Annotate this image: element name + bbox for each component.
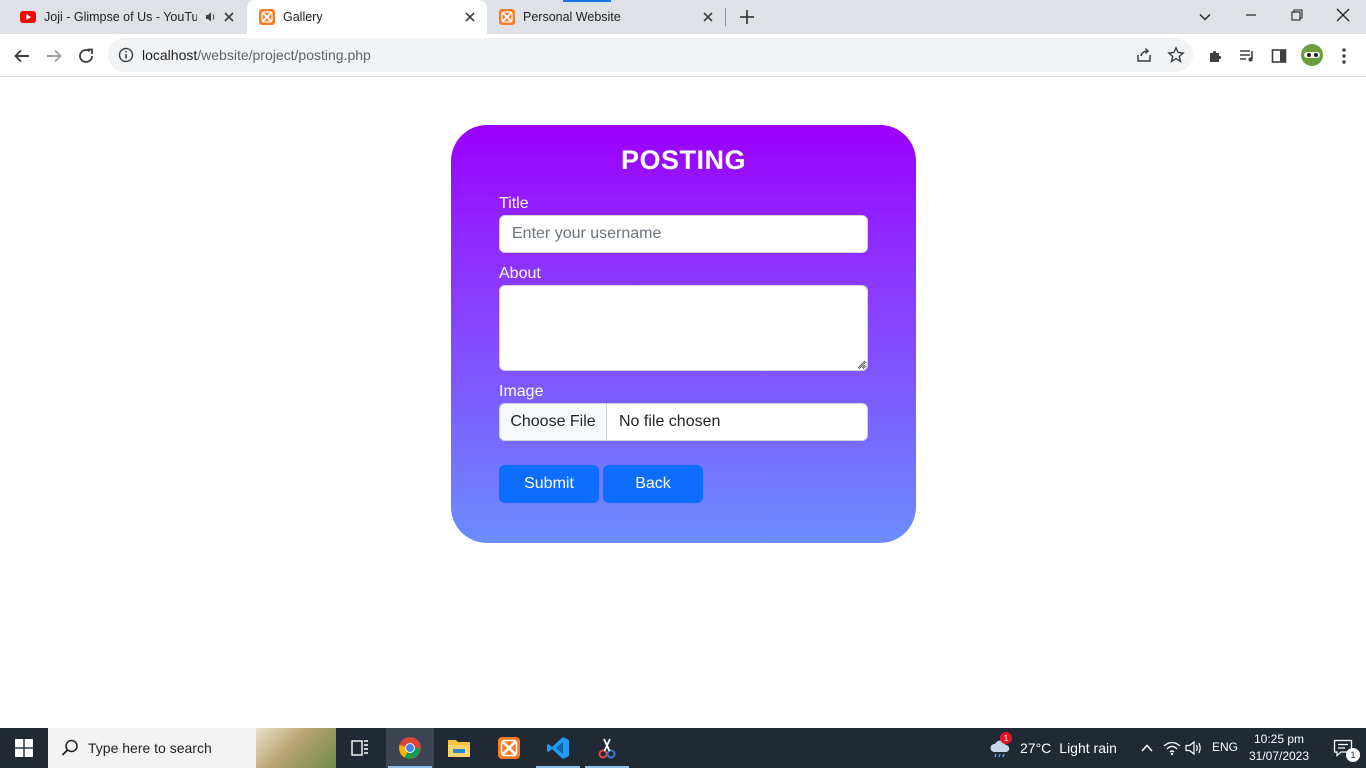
- chrome-taskbar-button[interactable]: [386, 728, 434, 768]
- media-control-button[interactable]: [1236, 45, 1258, 67]
- puzzle-icon: [1210, 50, 1222, 62]
- xampp-icon: [498, 737, 520, 759]
- close-tab-icon[interactable]: [701, 10, 715, 24]
- chrome-menu-button[interactable]: [1333, 45, 1355, 67]
- more-vert-icon: [1342, 48, 1346, 64]
- speaker-icon[interactable]: [205, 11, 217, 23]
- posting-form-card: POSTING Title About Image Choose File No…: [451, 125, 916, 543]
- language-indicator[interactable]: ENG: [1212, 740, 1238, 754]
- tab-search-chevron-icon[interactable]: [1196, 8, 1214, 26]
- extensions-button[interactable]: [1205, 45, 1227, 67]
- about-label: About: [499, 265, 541, 282]
- vscode-icon: [547, 737, 569, 759]
- close-icon: [1336, 8, 1350, 22]
- back-button[interactable]: [11, 45, 33, 67]
- tab-personal-website[interactable]: Personal Website: [487, 0, 725, 34]
- clock-date: 31/07/2023: [1248, 749, 1310, 763]
- restore-icon: [1291, 9, 1303, 21]
- network-button[interactable]: [1162, 738, 1182, 758]
- weather-widget[interactable]: 1 27°C Light rain: [988, 728, 1117, 768]
- weather-condition: Light rain: [1059, 740, 1117, 756]
- reload-button[interactable]: [75, 45, 97, 67]
- playlist-icon: [1240, 50, 1253, 62]
- file-explorer-icon: [448, 740, 470, 757]
- tab-title: Personal Website: [523, 10, 621, 24]
- task-view-button[interactable]: [336, 728, 384, 768]
- avatar-pupil: [1307, 53, 1311, 57]
- profile-avatar[interactable]: [1301, 44, 1323, 66]
- address-bar[interactable]: localhost/website/project/posting.php: [108, 38, 1193, 72]
- show-hidden-icons-button[interactable]: [1137, 738, 1157, 758]
- weather-rain-icon: 1: [988, 732, 1012, 760]
- url-text: localhost/website/project/posting.php: [142, 47, 371, 63]
- close-tab-icon[interactable]: [463, 10, 477, 24]
- file-status: No file chosen: [619, 413, 721, 430]
- title-input[interactable]: [499, 215, 868, 253]
- tab-gallery[interactable]: Gallery: [247, 0, 487, 34]
- close-window-button[interactable]: [1320, 0, 1366, 30]
- arrow-left-icon: [14, 49, 29, 63]
- resize-grip-icon[interactable]: [856, 359, 866, 369]
- tab-title: Joji - Glimpse of Us - YouTube: [44, 10, 197, 24]
- avatar-pupil: [1314, 53, 1318, 57]
- about-textarea[interactable]: [499, 285, 868, 371]
- snipping-tool-icon: [598, 738, 616, 759]
- windows-taskbar: Type here to search 1 27°C Light rain EN…: [0, 728, 1366, 768]
- browser-tab-strip: Joji - Glimpse of Us - YouTube Gallery P…: [0, 0, 1366, 34]
- taskbar-search[interactable]: Type here to search: [48, 728, 336, 768]
- image-file-input[interactable]: Choose File No file chosen: [499, 403, 868, 441]
- wifi-icon: [1163, 741, 1181, 756]
- browser-toolbar: localhost/website/project/posting.php: [0, 34, 1366, 77]
- share-icon[interactable]: [1135, 46, 1153, 64]
- xampp-icon: [499, 9, 515, 25]
- snipping-tool-taskbar-button[interactable]: [583, 728, 631, 768]
- image-label: Image: [499, 383, 544, 400]
- search-icon: [61, 739, 78, 756]
- search-highlight-art: [256, 728, 336, 768]
- back-button[interactable]: Back: [603, 465, 703, 503]
- side-panel-button[interactable]: [1268, 45, 1290, 67]
- vscode-taskbar-button[interactable]: [534, 728, 582, 768]
- arrow-right-icon: [47, 49, 62, 63]
- file-explorer-taskbar-button[interactable]: [435, 728, 483, 768]
- chrome-icon: [399, 737, 421, 759]
- bookmark-star-icon[interactable]: [1167, 46, 1185, 64]
- new-tab-icon[interactable]: [738, 8, 756, 26]
- tab-separator: [725, 8, 726, 26]
- xampp-icon: [259, 9, 275, 25]
- submit-button[interactable]: Submit: [499, 465, 599, 503]
- youtube-icon: [20, 11, 36, 23]
- speaker-icon: [1185, 740, 1201, 756]
- search-placeholder: Type here to search: [88, 740, 212, 756]
- restore-button[interactable]: [1274, 0, 1320, 30]
- tab-youtube[interactable]: Joji - Glimpse of Us - YouTube: [10, 0, 246, 34]
- url-path: /website/project/posting.php: [197, 47, 371, 63]
- side-panel-icon: [1271, 49, 1287, 63]
- info-icon[interactable]: [118, 47, 134, 63]
- clock-time: 10:25 pm: [1253, 732, 1305, 746]
- weather-temperature: 27°C: [1020, 740, 1052, 756]
- close-tab-icon[interactable]: [222, 10, 236, 24]
- page-title: POSTING: [620, 145, 746, 175]
- title-label: Title: [499, 195, 529, 212]
- weather-badge: 1: [1000, 732, 1012, 744]
- choose-file-button[interactable]: Choose File: [500, 404, 607, 440]
- forward-button[interactable]: [43, 45, 65, 67]
- minimize-icon: [1246, 14, 1256, 16]
- taskbar-clock[interactable]: 10:25 pm 31/07/2023: [1244, 731, 1314, 765]
- notification-count: 1: [1346, 748, 1360, 762]
- reload-icon: [79, 48, 93, 63]
- task-view-icon: [351, 740, 368, 756]
- start-button[interactable]: [0, 728, 48, 768]
- windows-logo-icon: [15, 739, 33, 757]
- volume-button[interactable]: [1184, 738, 1204, 758]
- xampp-taskbar-button[interactable]: [485, 728, 533, 768]
- tab-title: Gallery: [283, 10, 323, 24]
- notification-center-button[interactable]: 1: [1320, 728, 1366, 768]
- minimize-button[interactable]: [1228, 0, 1274, 30]
- chevron-up-icon: [1141, 744, 1153, 752]
- url-host: localhost: [142, 47, 198, 63]
